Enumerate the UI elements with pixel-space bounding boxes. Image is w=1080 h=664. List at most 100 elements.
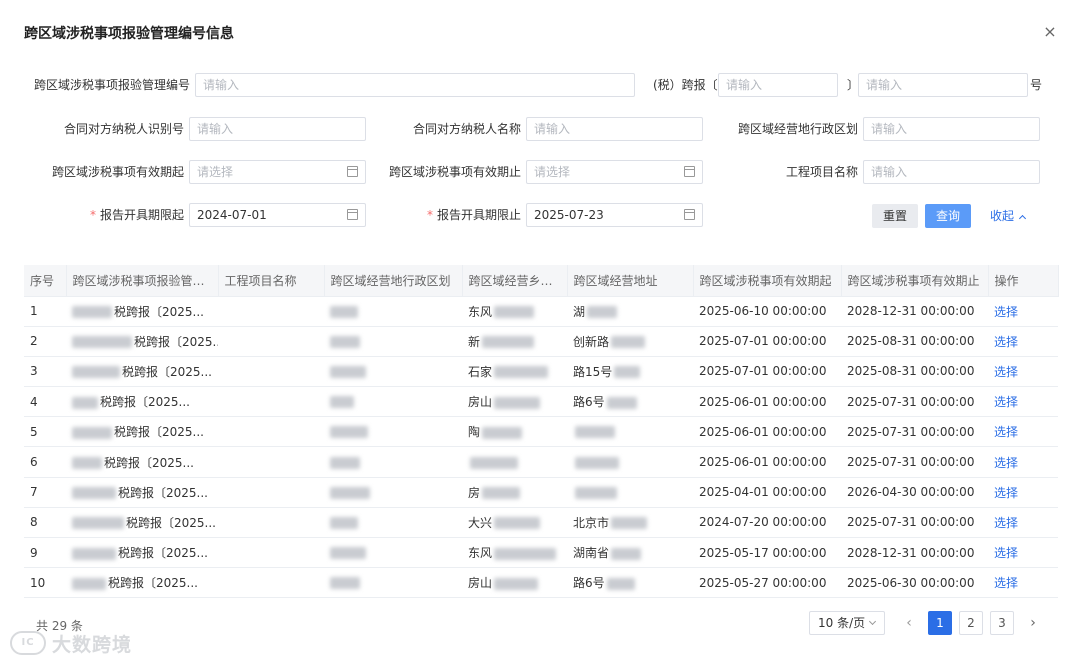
table-row[interactable]: 2 税跨报〔2025... 新 创新路 2025-07-01 00:00:00 2025-…	[24, 326, 1058, 357]
cell-region	[324, 356, 462, 388]
column-header: 跨区域经营乡镇...	[462, 265, 568, 297]
cell-text: 税跨报〔2025...	[118, 485, 208, 500]
cell-text: 税跨报〔2025...	[100, 395, 190, 410]
cell-project	[218, 567, 324, 599]
query-button[interactable]: 查询	[925, 204, 971, 228]
cell-text: 湖	[573, 304, 586, 319]
cell-text: 8	[30, 515, 38, 530]
table-row[interactable]: 9 税跨报〔2025... 东风 湖南省 2025-05-17 00:00:00 2028…	[24, 537, 1058, 569]
redacted-text	[575, 486, 617, 499]
table-row[interactable]: 7 税跨报〔2025... 房 2025-04-01 00:00:00 2026-04-…	[24, 477, 1058, 508]
report-to-picker[interactable]: 2025-07-23	[526, 203, 703, 227]
cell-addr: 路6号	[567, 567, 693, 599]
cell-addr: 路15号	[567, 356, 693, 388]
cell-end: 2026-04-30 00:00:00	[841, 477, 988, 508]
valid-from-picker[interactable]: 请选择	[189, 160, 366, 184]
cell-region	[324, 326, 462, 357]
cell-start: 2025-06-01 00:00:00	[693, 416, 841, 448]
cell-op[interactable]: 选择	[988, 416, 1058, 448]
report-from-label: * 报告开具期限起	[90, 203, 184, 227]
column-header: 序号	[24, 265, 67, 297]
cell-op[interactable]: 选择	[988, 446, 1058, 478]
dialog-title: 跨区域涉税事项报验管理编号信息	[24, 26, 234, 42]
cell-op[interactable]: 选择	[988, 537, 1058, 569]
region-input[interactable]: 请输入	[863, 117, 1040, 141]
cell-op[interactable]: 选择	[988, 567, 1058, 599]
seq-input[interactable]: 请输入	[858, 73, 1028, 97]
cell-text: 选择	[994, 576, 1019, 591]
redacted-text	[575, 456, 619, 469]
cell-town: 东风	[462, 296, 567, 327]
cell-region	[324, 477, 462, 508]
cell-no: 8	[24, 507, 66, 539]
cell-text: 新	[468, 334, 481, 349]
counterparty-name-input[interactable]: 请输入	[526, 117, 703, 141]
cell-text: 税跨报〔2025...	[104, 455, 194, 470]
cell-text: 选择	[994, 455, 1019, 470]
reset-button[interactable]: 重置	[872, 204, 918, 228]
cell-text: 税跨报〔2025...	[108, 576, 198, 591]
placeholder: 请输入	[871, 122, 908, 136]
cell-text: 选择	[994, 395, 1019, 410]
project-input[interactable]: 请输入	[863, 160, 1040, 184]
cell-op[interactable]: 选择	[988, 326, 1058, 357]
watermark-text: 大数跨境	[52, 633, 133, 656]
page-1-button[interactable]: 1	[928, 611, 952, 635]
cell-op[interactable]: 选择	[988, 477, 1058, 508]
report-to-label: * 报告开具期限止	[427, 203, 521, 227]
column-header: 操作	[988, 265, 1059, 297]
redacted-text	[72, 547, 116, 560]
counterparty-id-input[interactable]: 请输入	[189, 117, 366, 141]
page-size-select[interactable]: 10 条/页	[809, 611, 885, 635]
redacted-text	[494, 366, 549, 379]
table-row[interactable]: 5 税跨报〔2025... 陶 2025-06-01 00:00:00 2025-07-…	[24, 416, 1058, 448]
cell-op[interactable]: 选择	[988, 296, 1058, 327]
valid-to-picker[interactable]: 请选择	[526, 160, 703, 184]
redacted-text	[611, 336, 646, 349]
table-row[interactable]: 10 税跨报〔2025... 房山 路6号 2025-05-27 00:00:00 202…	[24, 567, 1058, 599]
cell-text: 2025-06-01 00:00:00	[699, 394, 827, 409]
column-header: 跨区域经营地址	[567, 265, 694, 297]
cell-addr	[567, 416, 693, 448]
redacted-text	[330, 365, 366, 378]
cell-text: 税跨报〔2025...	[114, 425, 204, 440]
cell-town: 东风	[462, 537, 567, 569]
cell-op[interactable]: 选择	[988, 507, 1058, 539]
page-2-button[interactable]: 2	[959, 611, 983, 635]
mgmt-no-input[interactable]: 请输入	[195, 73, 635, 97]
cell-op[interactable]: 选择	[988, 386, 1058, 418]
cell-text: 选择	[994, 425, 1019, 440]
table-row[interactable]: 8 税跨报〔2025... 大兴 北京市 2024-07-20 00:00:00 2025…	[24, 507, 1058, 539]
valid-to-label: 跨区域涉税事项有效期止	[388, 165, 521, 179]
table-row[interactable]: 1 税跨报〔2025... 东风 湖 2025-06-10 00:00:00 2028-1…	[24, 296, 1058, 327]
cell-text: 路6号	[573, 576, 605, 591]
cell-addr	[567, 477, 693, 508]
cell-region	[324, 386, 462, 418]
cell-addr: 创新路	[567, 326, 693, 357]
cell-start: 2025-05-17 00:00:00	[693, 537, 841, 569]
table-row[interactable]: 4 税跨报〔2025... 房山 路6号 2025-06-01 00:00:00 2025…	[24, 386, 1058, 418]
cell-start: 2025-06-01 00:00:00	[693, 386, 841, 418]
prev-page-icon[interactable]: ‹	[897, 611, 921, 635]
label-text: 报告开具期限起	[99, 208, 184, 222]
close-icon[interactable]: ×	[1040, 22, 1060, 42]
redacted-text	[72, 336, 132, 349]
page-3-button[interactable]: 3	[990, 611, 1014, 635]
redacted-text	[330, 396, 354, 409]
table-row[interactable]: 3 税跨报〔2025... 石家 路15号 2025-07-01 00:00:00 202…	[24, 356, 1058, 388]
cell-op[interactable]: 选择	[988, 356, 1058, 388]
redacted-text	[614, 366, 641, 379]
report-from-picker[interactable]: 2024-07-01	[189, 203, 366, 227]
cell-start: 2025-07-01 00:00:00	[693, 326, 841, 357]
year-input[interactable]: 请输入	[718, 73, 838, 97]
cell-text: 房	[468, 485, 481, 500]
cell-end: 2028-12-31 00:00:00	[841, 296, 988, 327]
placeholder: 请输入	[534, 122, 571, 136]
table-row[interactable]: 6 税跨报〔2025... 2025-06-01 00:00:00 2025-07-3…	[24, 446, 1058, 478]
cell-project	[218, 477, 324, 508]
cell-text: 2025-06-10 00:00:00	[699, 304, 827, 319]
collapse-link[interactable]: 收起	[990, 204, 1027, 228]
redacted-text	[494, 306, 535, 319]
next-page-icon[interactable]: ›	[1021, 611, 1045, 635]
redacted-text	[72, 517, 124, 530]
